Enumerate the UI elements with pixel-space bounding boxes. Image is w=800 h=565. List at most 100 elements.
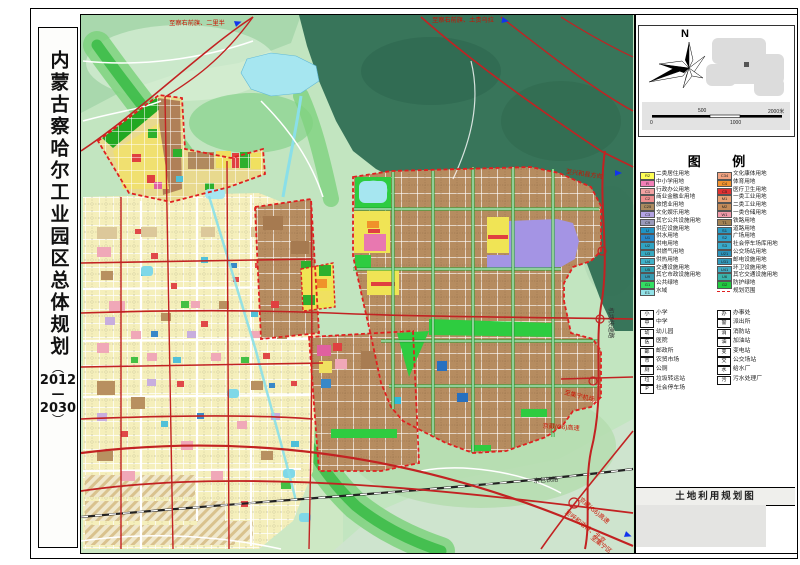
legend-label: 供热用地 xyxy=(656,257,678,265)
symbol-label: 垃圾转运站 xyxy=(656,375,685,384)
legend-panel: N xyxy=(635,14,798,554)
year-dash: — xyxy=(52,388,65,402)
legend-item: T1铁路用地 xyxy=(717,218,793,226)
symbol-label: 小学 xyxy=(656,309,668,318)
north-box: N xyxy=(638,25,795,137)
scale-bar: 0 500 1000 2000米 xyxy=(642,102,790,130)
symbol-label: 给水厂 xyxy=(733,365,750,374)
symbol-label: 公交场站 xyxy=(733,356,756,365)
legend-item: G2防护绿地 xyxy=(717,280,793,288)
road-label: 机场快速路 xyxy=(607,308,615,340)
legend-label: 铁路用地 xyxy=(733,218,755,226)
paren-close: ︶ xyxy=(52,416,64,426)
legend-item: C3文化娱乐用地 xyxy=(640,210,716,218)
legend-label: 供燃气用地 xyxy=(656,249,684,257)
symbol-legend-item: 办办事处 xyxy=(717,309,793,318)
landuse-map: 至察右前旗、二里半至察右前旗、土贵乌拉至兴和县方向机场快速路至集宁机场京藏(G6… xyxy=(81,15,634,553)
legend-label: 文化康体用地 xyxy=(733,171,767,179)
symbol-legend-item: 医医院 xyxy=(640,337,716,346)
symbol-label: 加油站 xyxy=(733,337,750,346)
legend-label: 供电用地 xyxy=(656,241,678,249)
legend-label: 旅馆业用地 xyxy=(656,202,684,210)
legend-item-boundary: 规划范围 xyxy=(717,288,793,296)
symbol-label: 办事处 xyxy=(733,309,750,318)
legend-item: W1一类仓储用地 xyxy=(717,210,793,218)
legend-item: C25旅馆业用地 xyxy=(640,202,716,210)
legend-swatch: E1 xyxy=(640,289,655,297)
legend-item: G1公共绿地 xyxy=(640,280,716,288)
scale-1000: 1000 xyxy=(730,120,741,126)
legend-label: 其它公共设施用地 xyxy=(656,218,701,226)
legend-label: 中小学用地 xyxy=(656,179,684,187)
symbol-label: 农贸市场 xyxy=(656,356,679,365)
legend-item: U3供燃气用地 xyxy=(640,249,716,257)
scale-500: 500 xyxy=(698,108,706,114)
legend-item: U9其它市政设施用地 xyxy=(640,272,716,280)
sheet-title: 土地利用规划图 xyxy=(636,487,795,506)
legend-item: U4供热用地 xyxy=(640,257,716,265)
legend-item: S3社会停车场库用地 xyxy=(717,241,793,249)
legend-label: 规划范围 xyxy=(733,288,755,296)
plan-years: ︵ 2012 — 2030 ︶ xyxy=(40,364,76,426)
legend-label: 公共绿地 xyxy=(656,280,678,288)
legend-item: S2广场用地 xyxy=(717,233,793,241)
legend-label: 防护绿地 xyxy=(733,280,755,288)
map-area: 至察右前旗、二里半至察右前旗、土贵乌拉至兴和县方向机场快速路至集宁机场京藏(G6… xyxy=(80,14,635,554)
legend-label: 二类工业用地 xyxy=(733,202,767,210)
landuse-legend-right: C34文化康体用地C4体育用地C5医疗卫生用地M1一类工业用地M2二类工业用地W… xyxy=(717,171,793,296)
symbol-legend-item: 邮邮政所 xyxy=(640,347,716,356)
plan-title: 内蒙古察哈尔工业园区总体规划 xyxy=(45,50,72,358)
symbol-legend-item: 市农贸市场 xyxy=(640,356,716,365)
legend-label: 其它市政设施用地 xyxy=(656,272,701,280)
boundary-dash-icon xyxy=(717,291,730,292)
symbol-legend-item: 污污水处理厂 xyxy=(717,375,793,384)
symbol-label: 变电站 xyxy=(733,347,750,356)
legend-item: U21公交场站用地 xyxy=(717,249,793,257)
symbol-legend-right: 办办事处警派出所消消防站油加油站变变电站交公交场站水给水厂污污水处理厂 xyxy=(717,309,793,384)
legend-item: C9其它公共设施用地 xyxy=(640,218,716,226)
symbol-legend-item: 水给水厂 xyxy=(717,365,793,374)
legend-label: 水域 xyxy=(656,288,667,296)
legend-label: 其它交通设施用地 xyxy=(733,272,778,280)
symbol-legend-item: 小小学 xyxy=(640,309,716,318)
legend-item: C4体育用地 xyxy=(717,179,793,187)
symbol-label: 消防站 xyxy=(733,328,750,337)
road-label: 至察右前旗、二里半 xyxy=(169,19,225,27)
title-bar: 内蒙古察哈尔工业园区总体规划 ︵ 2012 — 2030 ︶ xyxy=(38,27,78,548)
legend-label: 文化娱乐用地 xyxy=(656,210,690,218)
plan-sheet: 内蒙古察哈尔工业园区总体规划 ︵ 2012 — 2030 ︶ xyxy=(0,0,800,565)
symbol-label: 派出所 xyxy=(733,318,750,327)
legend-label: 体育用地 xyxy=(733,179,755,187)
legend-item: R中小学用地 xyxy=(640,179,716,187)
legend-label: 供水用地 xyxy=(656,233,678,241)
road-label: 至察右前旗、土贵乌拉 xyxy=(432,16,494,24)
legend-item: U2供电用地 xyxy=(640,241,716,249)
symbol-legend-item: P社会停车场 xyxy=(640,384,716,393)
legend-label: 公交场站用地 xyxy=(733,249,767,257)
symbol-legend-item: 油加油站 xyxy=(717,337,793,346)
legend-title: 图 例 xyxy=(636,151,797,170)
landuse-legend-left: R2二类居住用地R中小学用地C1行政办公用地C2商业金融业用地C25旅馆业用地C… xyxy=(640,171,716,296)
symbol-legend-item: 变变电站 xyxy=(717,347,793,356)
symbol-label: 中学 xyxy=(656,318,668,327)
legend-item: S1道路用地 xyxy=(717,226,793,234)
legend-item: U供应设施用地 xyxy=(640,226,716,234)
symbol-label: 公厕 xyxy=(656,365,668,374)
legend-item: R2二类居住用地 xyxy=(640,171,716,179)
legend-label: 二类居住用地 xyxy=(656,171,690,179)
symbol-label: 医院 xyxy=(656,337,668,346)
symbol-label: 污水处理厂 xyxy=(733,375,762,384)
location-inset-map xyxy=(706,34,790,100)
symbol-legend-item: 厕公厕 xyxy=(640,365,716,374)
legend-item: E1水域 xyxy=(640,288,716,296)
year-start: 2012 xyxy=(40,374,76,388)
panel-footer-block xyxy=(636,505,766,547)
symbol-legend-item: 垃垃圾转运站 xyxy=(640,375,716,384)
legend-item: U1供水用地 xyxy=(640,233,716,241)
symbol-legend-item: 中中学 xyxy=(640,318,716,327)
symbol-legend-left: 小小学中中学幼幼儿园医医院邮邮政所市农贸市场厕公厕垃垃圾转运站P社会停车场 xyxy=(640,309,716,394)
legend-label: 社会停车场库用地 xyxy=(733,241,778,249)
legend-item: U31邮电设施用地 xyxy=(717,257,793,265)
symbol-legend-item: 幼幼儿园 xyxy=(640,328,716,337)
legend-label: 广场用地 xyxy=(733,233,755,241)
